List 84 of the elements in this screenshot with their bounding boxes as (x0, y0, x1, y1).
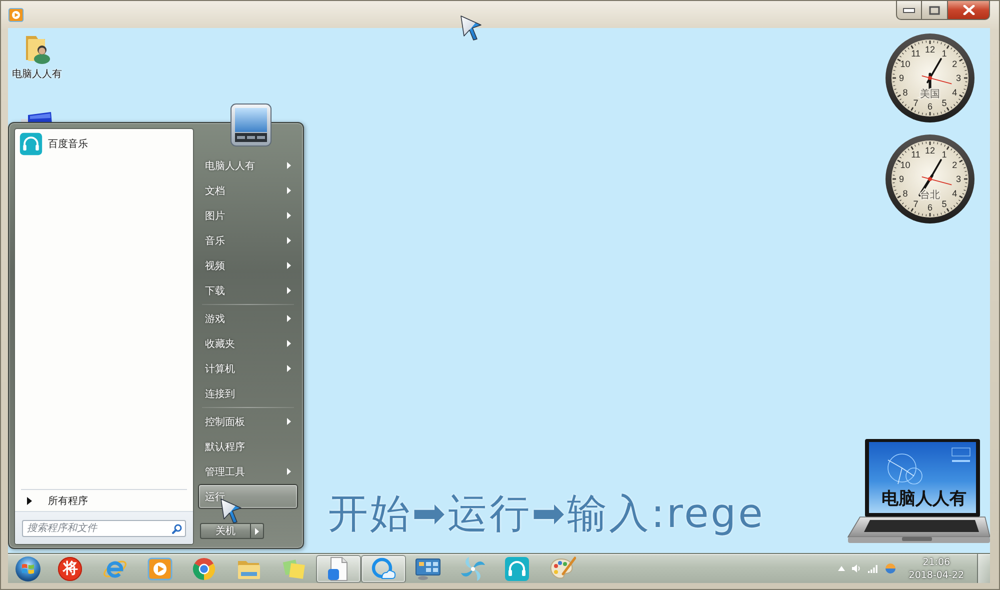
clock-numeral: 3 (956, 174, 961, 184)
menu-item[interactable]: 电脑人人有 (198, 153, 298, 178)
taskbar-button[interactable] (360, 554, 406, 582)
clock-numeral: 8 (902, 188, 908, 198)
close-icon (962, 5, 974, 15)
menu-item[interactable]: 连接到 (198, 381, 298, 406)
clock-numeral: 6 (928, 202, 932, 213)
user-folder-icon[interactable] (23, 34, 51, 64)
clock-numeral: 3 (956, 73, 961, 84)
search-icon[interactable] (172, 524, 182, 534)
search-field[interactable]: 搜索程序和文件 (22, 520, 186, 537)
clock-numeral: 7 (913, 198, 918, 209)
logo-text: 电脑人人有 (882, 489, 966, 509)
play-button-icon (8, 7, 24, 23)
up-arrow-icon (838, 566, 845, 571)
clock-numeral: 9 (899, 174, 904, 184)
minimize-icon (903, 8, 915, 12)
tray-expand-button[interactable] (838, 566, 845, 571)
clock-numeral: 10 (900, 160, 910, 170)
start-orb-icon (15, 556, 41, 582)
clock-time: 21:06 (922, 556, 950, 568)
clock-numeral: 4 (952, 87, 958, 98)
palette-icon (548, 556, 576, 582)
menu-item[interactable]: 控制面板 (198, 409, 298, 434)
document-icon (326, 556, 350, 582)
menu-item[interactable]: 视频 (198, 253, 298, 278)
menu-item[interactable]: 默认程序 (198, 434, 298, 459)
clock-numeral: 2 (952, 58, 958, 69)
shutdown-button[interactable]: 关机 (200, 523, 251, 539)
network-button[interactable] (868, 564, 878, 572)
volume-button[interactable] (852, 564, 861, 573)
clock-numeral: 11 (911, 150, 920, 160)
clock-numeral: 5 (942, 198, 947, 209)
signal-icon (868, 564, 878, 572)
menu-item[interactable]: 文档 (198, 178, 298, 203)
close-button[interactable] (948, 0, 990, 20)
clock-numeral: 12 (925, 44, 935, 55)
clock-numeral: 11 (911, 48, 920, 59)
menu-item[interactable]: 收藏夹 (198, 331, 298, 356)
menu-item[interactable]: 运行 (198, 484, 298, 509)
clock-numeral: 1 (942, 150, 947, 160)
caret-icon (255, 528, 259, 534)
play-button-icon (146, 556, 173, 580)
clock-numeral: 9 (899, 73, 904, 84)
menu-item[interactable]: 音乐 (198, 228, 298, 253)
pinwheel-icon (460, 556, 486, 582)
shutdown-options-button[interactable] (251, 523, 264, 539)
menu-item[interactable]: 计算机 (198, 356, 298, 381)
clock-numeral: 8 (902, 87, 908, 98)
maximize-button[interactable] (922, 0, 948, 20)
notes-icon (280, 556, 307, 580)
cloud-icon (370, 556, 396, 582)
caption-text: 开始➡运行➡输入:rege (328, 494, 765, 534)
headphones-icon (19, 132, 43, 156)
clock-numeral: 2 (952, 160, 958, 170)
maximize-icon (929, 6, 940, 14)
show-desktop-button[interactable] (977, 554, 990, 583)
monitor-picture (230, 103, 272, 147)
menu-item[interactable]: 图片 (198, 203, 298, 228)
menu-item[interactable]: 下载 (198, 278, 298, 303)
speaker-icon (852, 564, 861, 573)
clock-numeral: 12 (925, 146, 935, 156)
tray-app-button[interactable] (884, 563, 896, 574)
desktop-icon-label[interactable]: 电脑人人有 (12, 69, 62, 81)
half-circle-icon (884, 563, 896, 574)
clock-numeral: 10 (900, 58, 910, 69)
minimize-button[interactable] (896, 0, 922, 20)
clock-date: 2018-04-22 (908, 568, 964, 582)
clock-city-label: 台北 (920, 190, 940, 201)
menu-item[interactable]: 管理工具 (198, 459, 298, 484)
clock-numeral: 6 (928, 102, 932, 112)
caret-icon (27, 496, 32, 504)
headphones-icon (504, 556, 530, 582)
cursor-icon (460, 15, 482, 41)
clock-numeral: 5 (942, 98, 947, 108)
taskbar-button[interactable] (316, 554, 361, 582)
taskbar-button[interactable]: 将 (48, 554, 93, 582)
monitor-icon (414, 556, 442, 580)
clock-numeral: 4 (952, 188, 958, 198)
clock-numeral: 7 (913, 98, 918, 108)
browser-icon (191, 556, 218, 582)
clock-numeral: 1 (942, 48, 947, 59)
menu-item[interactable]: 游戏 (198, 306, 298, 331)
program-item[interactable]: 百度音乐 (17, 131, 191, 157)
